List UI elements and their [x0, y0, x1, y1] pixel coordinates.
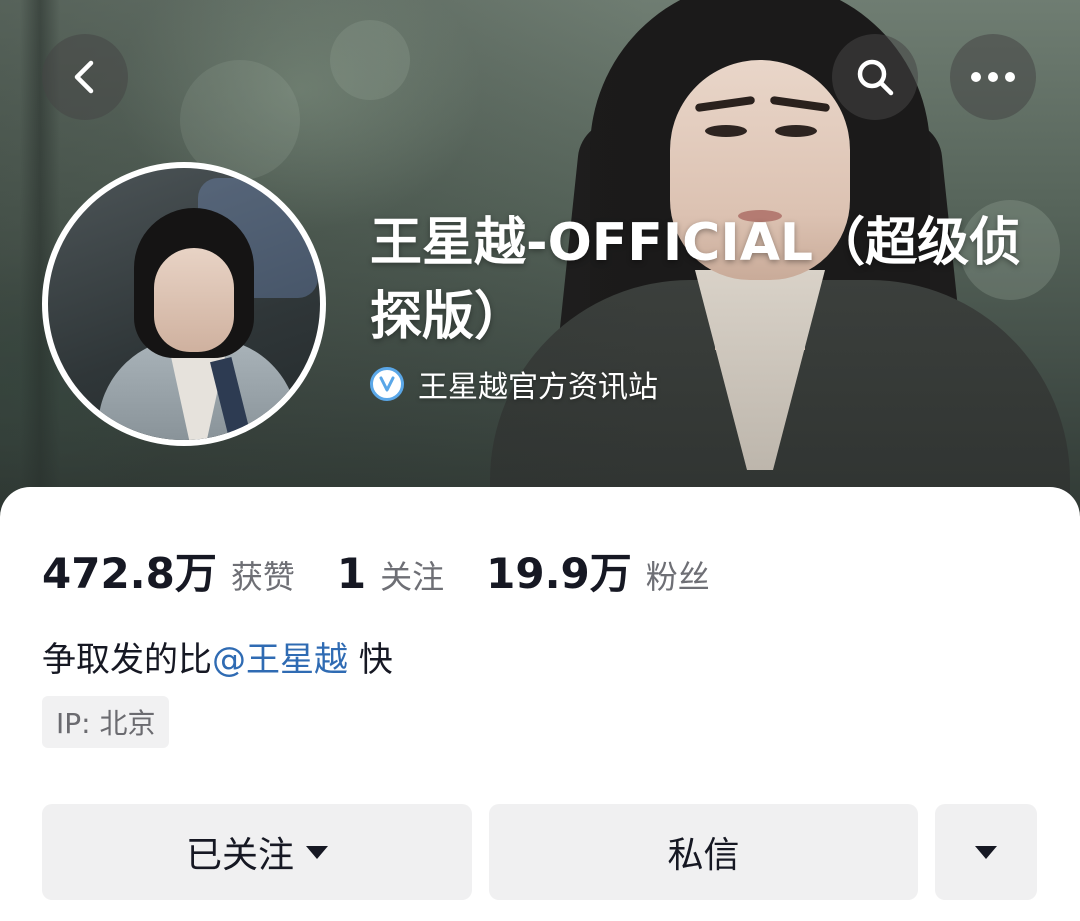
- stat-label: 关注: [380, 558, 445, 596]
- stats-row: 472.8万 获赞 1 关注 19.9万 粉丝: [42, 540, 752, 601]
- stat-likes[interactable]: 472.8万 获赞: [42, 540, 295, 601]
- bio-prefix: 争取发的比: [42, 640, 212, 680]
- stat-value: 19.9万: [486, 549, 632, 598]
- avatar[interactable]: [42, 162, 326, 446]
- caret-down-icon: [306, 845, 328, 859]
- stat-label: 粉丝: [645, 558, 710, 596]
- message-button[interactable]: 私信: [489, 804, 918, 900]
- more-button[interactable]: [950, 34, 1036, 120]
- verified-label: 王星越官方资讯站: [418, 370, 658, 405]
- stat-label: 获赞: [230, 558, 295, 596]
- ip-location-chip: IP: 北京: [42, 696, 170, 748]
- caret-down-icon: [975, 845, 997, 859]
- more-dots-icon: [971, 72, 1015, 82]
- search-icon: [857, 59, 894, 96]
- back-button[interactable]: [42, 34, 128, 120]
- stat-value: 472.8万: [42, 549, 217, 598]
- stat-followers[interactable]: 19.9万 粉丝: [486, 540, 710, 601]
- profile-name: 王星越-OFFICIAL（超级侦探版）: [370, 213, 1022, 347]
- search-button[interactable]: [832, 34, 918, 120]
- stat-following[interactable]: 1 关注: [337, 549, 444, 598]
- recommend-dropdown-button[interactable]: [935, 804, 1037, 900]
- following-button-label: 已关注: [185, 835, 294, 876]
- chevron-left-icon: [74, 60, 94, 94]
- verified-v-icon: [370, 367, 404, 401]
- stat-value: 1: [336, 549, 367, 598]
- message-button-label: 私信: [667, 835, 740, 876]
- bio-suffix: 快: [348, 640, 393, 680]
- bio-mention-link[interactable]: @王星越: [212, 640, 348, 680]
- bio-text: 争取发的比@王星越 快: [42, 632, 393, 681]
- verified-row[interactable]: 王星越官方资讯站: [370, 362, 658, 406]
- following-button[interactable]: 已关注: [42, 804, 472, 900]
- profile-screen: 王星越-OFFICIAL（超级侦探版） 王星越官方资讯站 472.8万 获赞 1…: [0, 0, 1080, 921]
